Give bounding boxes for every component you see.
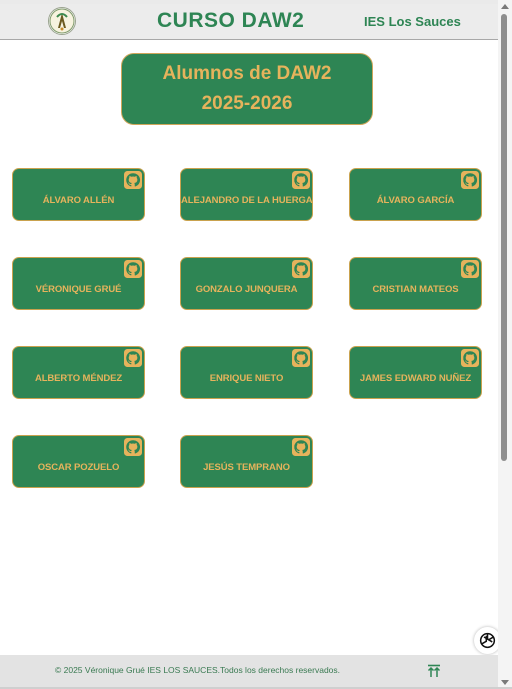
student-card[interactable]: ALBERTO MÉNDEZ: [12, 346, 145, 399]
github-icon[interactable]: [461, 260, 479, 278]
site-title: CURSO DAW2: [157, 9, 305, 32]
student-name: CRISTIAN MATEOS: [372, 284, 459, 295]
student-name: JAMES EDWARD NUÑEZ: [359, 373, 472, 384]
student-card[interactable]: ÁLVARO ALLÉN: [12, 168, 145, 221]
site-footer: © 2025 Véronique Grué IES LOS SAUCES.Tod…: [0, 655, 498, 687]
github-icon[interactable]: [461, 349, 479, 367]
student-name: OSCAR POZUELO: [37, 462, 120, 473]
github-icon[interactable]: [124, 349, 142, 367]
student-name: ENRIQUE NIETO: [209, 373, 284, 384]
student-card[interactable]: GONZALO JUNQUERA: [180, 257, 313, 310]
student-name: ALEJANDRO DE LA HUERGA: [181, 195, 313, 206]
scroll-thumb[interactable]: [501, 14, 507, 461]
student-card[interactable]: ALEJANDRO DE LA HUERGA: [180, 168, 313, 221]
student-card[interactable]: ÁLVARO GARCÍA: [349, 168, 482, 221]
student-name: ÁLVARO ALLÉN: [42, 195, 115, 206]
site-header: CURSO DAW2 IES Los Sauces: [0, 4, 498, 40]
school-link[interactable]: IES Los Sauces: [364, 14, 461, 29]
github-icon[interactable]: [124, 171, 142, 189]
student-card[interactable]: OSCAR POZUELO: [12, 435, 145, 488]
student-name: JESÚS TEMPRANO: [203, 462, 290, 473]
student-card[interactable]: JESÚS TEMPRANO: [180, 435, 313, 488]
copyright-text: © 2025 Véronique Grué IES LOS SAUCES.Tod…: [55, 665, 341, 675]
github-icon[interactable]: [124, 260, 142, 278]
class-title-banner: Alumnos de DAW2 2025-2026: [121, 53, 373, 125]
student-name: ALBERTO MÉNDEZ: [34, 373, 123, 384]
github-icon[interactable]: [461, 171, 479, 189]
scroll-up-arrow-icon[interactable]: [501, 4, 509, 9]
vertical-scrollbar[interactable]: [498, 0, 512, 689]
github-icon[interactable]: [124, 438, 142, 456]
student-name: GONZALO JUNQUERA: [195, 284, 298, 295]
school-year: 2025-2026: [201, 93, 293, 114]
student-name: VÉRONIQUE GRUÉ: [35, 284, 122, 295]
github-icon[interactable]: [292, 171, 310, 189]
student-name: ÁLVARO GARCÍA: [376, 195, 455, 206]
class-title: Alumnos de DAW2: [162, 63, 332, 84]
school-crest-icon[interactable]: [48, 7, 76, 35]
student-card[interactable]: ENRIQUE NIETO: [180, 346, 313, 399]
github-icon[interactable]: [292, 349, 310, 367]
scroll-down-arrow-icon[interactable]: [501, 680, 509, 685]
student-card[interactable]: JAMES EDWARD NUÑEZ: [349, 346, 482, 399]
student-card[interactable]: CRISTIAN MATEOS: [349, 257, 482, 310]
chatgpt-icon[interactable]: [474, 627, 501, 654]
github-icon[interactable]: [292, 438, 310, 456]
student-card[interactable]: VÉRONIQUE GRUÉ: [12, 257, 145, 310]
double-arrow-up-icon[interactable]: [427, 664, 441, 678]
github-icon[interactable]: [292, 260, 310, 278]
